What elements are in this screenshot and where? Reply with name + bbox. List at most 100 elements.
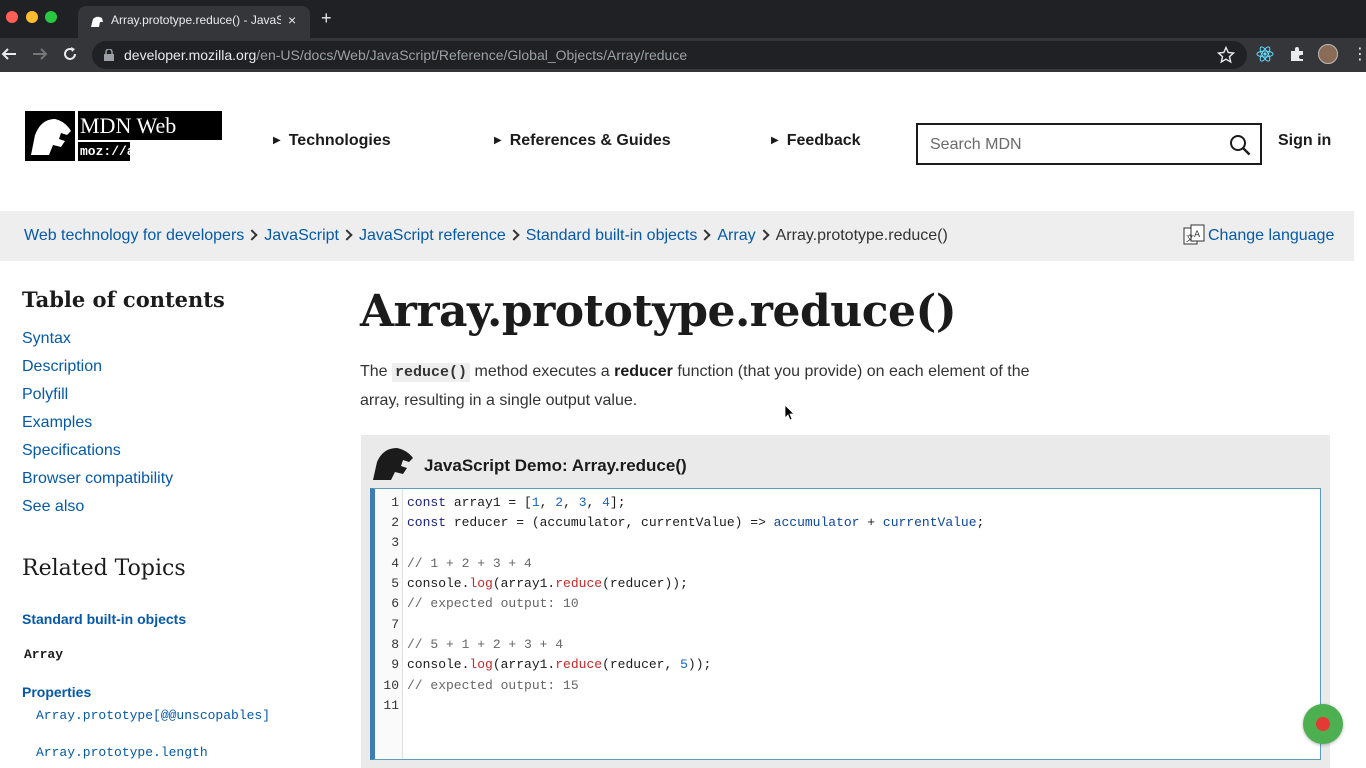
mozilla-logo-text: moz://a (78, 142, 135, 161)
toc-item-examples[interactable]: Examples (22, 414, 92, 432)
code-line: 8 // 5 + 1 + 2 + 3 + 4 (375, 635, 563, 655)
line-number: 2 (391, 515, 399, 530)
nav-label: References & Guides (509, 132, 671, 149)
breadcrumb-bar: Web technology for developers JavaScript J… (0, 211, 1354, 261)
language-icon[interactable]: A文 (1183, 224, 1205, 248)
change-language-link[interactable]: Change language (1208, 227, 1334, 245)
record-dot-icon (1316, 717, 1330, 731)
address-bar[interactable]: developer.mozilla.org/en-US/docs/Web/Jav… (92, 41, 1247, 69)
nav-label: Feedback (786, 132, 861, 149)
breadcrumb-standard-objects[interactable]: Standard built-in objects (526, 227, 698, 244)
line-number: 10 (383, 678, 399, 693)
browser-tab[interactable]: Array.prototype.reduce() - JavaScript | … (78, 6, 310, 38)
breadcrumb-javascript-reference[interactable]: JavaScript reference (359, 227, 506, 244)
code-text: console.log(array1.reduce(reducer, 5)); (407, 657, 712, 672)
code-line: 9 console.log(array1.reduce(reducer, 5)); (375, 655, 711, 675)
svg-text:文: 文 (1186, 233, 1194, 243)
search-box (916, 123, 1262, 165)
window-close-button[interactable] (6, 11, 18, 23)
code-text: const reducer = (accumulator, currentVal… (407, 515, 985, 530)
intro-strong: reducer (614, 363, 673, 380)
expand-triangle-icon: ▶ (494, 135, 502, 146)
toc-item-polyfill[interactable]: Polyfill (22, 386, 68, 404)
sidebar-array-link[interactable]: Array (24, 647, 63, 662)
back-arrow-icon[interactable] (0, 44, 20, 64)
url-path: /en-US/docs/Web/JavaScript/Reference/Glo… (256, 47, 688, 63)
logo-text: MDN Web Docs (78, 111, 222, 167)
nav-label: Technologies (288, 132, 391, 149)
page-title: Array.prototype.reduce() (360, 286, 957, 337)
sign-in-link[interactable]: Sign in (1278, 132, 1331, 150)
breadcrumb-array[interactable]: Array (717, 227, 755, 244)
toc-item-description[interactable]: Description (22, 358, 102, 376)
dino-logo-icon (25, 111, 75, 161)
browser-tab-bar: Array.prototype.reduce() - JavaScript | … (0, 0, 1366, 38)
code-line: 10 // expected output: 15 (375, 676, 578, 696)
nav-technologies[interactable]: ▶ Technologies (273, 132, 391, 150)
toc-item-browser-compatibility[interactable]: Browser compatibility (22, 470, 173, 488)
react-devtools-icon[interactable] (1256, 45, 1274, 63)
chevron-right-icon (246, 229, 258, 241)
nav-feedback[interactable]: ▶ Feedback (771, 132, 861, 150)
mdn-logo[interactable]: MDN Web Docs moz://a (25, 111, 222, 167)
code-line: 11 (375, 696, 399, 716)
line-number: 3 (391, 535, 399, 550)
toc-item-syntax[interactable]: Syntax (22, 330, 71, 348)
breadcrumb-web-technology[interactable]: Web technology for developers (24, 227, 244, 244)
forward-arrow-icon[interactable] (29, 44, 49, 64)
window-zoom-button[interactable] (45, 11, 57, 23)
sidebar-properties-heading[interactable]: Properties (22, 684, 91, 700)
code-text: console.log(array1.reduce(reducer)); (407, 576, 688, 591)
code-line: 3 (375, 533, 399, 553)
chevron-right-icon (508, 229, 520, 241)
bookmark-star-icon[interactable] (1217, 46, 1235, 64)
nav-references-guides[interactable]: ▶ References & Guides (494, 132, 671, 150)
url-text: developer.mozilla.org/en-US/docs/Web/Jav… (124, 47, 687, 63)
sidebar-standard-objects-link[interactable]: Standard built-in objects (22, 611, 186, 627)
code-editor[interactable]: 1 const array1 = [1, 2, 3, 4]; 2 const red… (370, 488, 1321, 760)
tab-close-icon[interactable]: × (288, 12, 296, 28)
extensions-puzzle-icon[interactable] (1288, 45, 1306, 63)
code-text: // 1 + 2 + 3 + 4 (407, 556, 532, 571)
line-number: 8 (391, 637, 399, 652)
chevron-right-icon (699, 229, 712, 241)
lock-icon (104, 49, 114, 61)
code-line: 1 const array1 = [1, 2, 3, 4]; (375, 493, 625, 513)
code-line: 4 // 1 + 2 + 3 + 4 (375, 554, 532, 574)
url-host: developer.mozilla.org (124, 47, 257, 63)
breadcrumb: Web technology for developers JavaScript J… (24, 227, 948, 245)
profile-avatar[interactable] (1318, 44, 1338, 64)
sidebar-property-length[interactable]: Array.prototype.length (36, 745, 208, 760)
toc-title: Table of contents (22, 287, 225, 312)
toc-item-specifications[interactable]: Specifications (22, 442, 121, 460)
interactive-demo: JavaScript Demo: Array.reduce() 1 const a… (361, 435, 1330, 768)
tab-title: Array.prototype.reduce() - JavaScript | … (111, 13, 281, 27)
expand-triangle-icon: ▶ (273, 135, 281, 146)
window-minimize-button[interactable] (26, 11, 38, 23)
record-button[interactable] (1303, 704, 1343, 744)
intro-text: The (360, 363, 388, 380)
intro-text: method executes a (474, 363, 610, 380)
code-line: 7 (375, 615, 399, 635)
reload-icon[interactable] (60, 44, 80, 64)
chevron-right-icon (757, 229, 770, 241)
search-input[interactable] (930, 134, 1220, 156)
browser-menu-icon[interactable]: ⋮ (1352, 44, 1366, 64)
new-tab-button[interactable]: + (321, 8, 332, 29)
code-text: const array1 = [1, 2, 3, 4]; (407, 495, 626, 510)
related-topics-title: Related Topics (22, 556, 186, 581)
code-text: // expected output: 10 (407, 596, 579, 611)
sidebar-property-unscopables[interactable]: Array.prototype[@@unscopables] (36, 708, 270, 723)
search-icon[interactable] (1229, 134, 1251, 156)
intro-paragraph: The reduce() method executes a reducer f… (360, 358, 1060, 415)
code-line: 5 console.log(array1.reduce(reducer)); (375, 574, 688, 594)
breadcrumb-current: Array.prototype.reduce() (775, 227, 948, 244)
line-number: 11 (383, 698, 399, 713)
browser-toolbar: developer.mozilla.org/en-US/docs/Web/Jav… (0, 38, 1366, 72)
line-number: 5 (391, 576, 399, 591)
breadcrumb-javascript[interactable]: JavaScript (264, 227, 339, 244)
line-number: 1 (391, 495, 399, 510)
line-number: 6 (391, 596, 399, 611)
toc-item-see-also[interactable]: See also (22, 498, 84, 516)
line-number: 4 (391, 556, 399, 571)
